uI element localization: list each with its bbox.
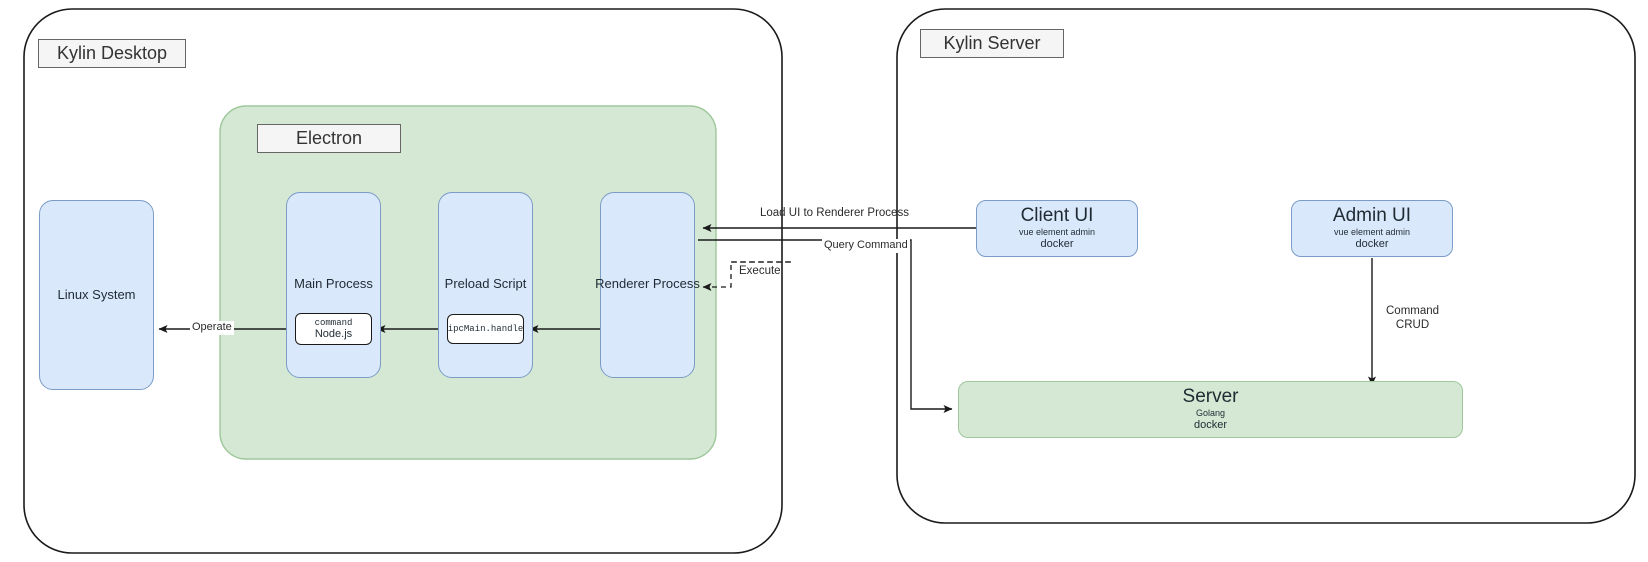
node-linux-system-label: Linux System [57,286,136,302]
node-server-title: Server [1182,386,1239,408]
node-admin-ui-sub2: docker [1355,238,1389,251]
node-main-process[interactable]: Main Process [286,192,381,378]
edge-label-command-crud-line2: CRUD [1395,319,1430,332]
group-title-electron: Electron [257,124,401,153]
node-ipcmain-handle-label: ipcMain.handle [447,324,524,334]
node-client-ui-sub1: vue element admin [1018,226,1096,237]
node-client-ui-sub2: docker [1040,238,1074,251]
node-linux-system[interactable]: Linux System [39,200,154,390]
node-admin-ui-title: Admin UI [1332,205,1412,227]
node-admin-ui-sub1: vue element admin [1333,226,1411,237]
node-server-sub2: docker [1193,419,1228,432]
edge-label-operate: Operate [190,321,234,335]
group-title-electron-label: Electron [295,128,363,148]
edge-label-query-command-text: Query Command [824,239,908,251]
node-renderer-process-label: Renderer Process [595,276,700,291]
edge-label-load-ui: Load UI to Renderer Process [758,206,911,220]
edge-label-command-crud: Command CRUD [1384,304,1441,333]
panel-kylin-server-outline [896,8,1636,524]
panel-title-kylin-server: Kylin Server [920,29,1064,58]
panel-title-kylin-desktop: Kylin Desktop [38,39,186,68]
node-preload-script[interactable]: Preload Script [438,192,533,378]
diagram-canvas: Kylin Desktop Kylin Server Electron Linu… [0,0,1648,562]
edge-label-load-ui-text: Load UI to Renderer Process [760,207,909,219]
panel-title-kylin-desktop-label: Kylin Desktop [56,43,168,63]
connector-layer [23,8,1636,554]
node-main-process-label: Main Process [294,276,373,291]
edge-label-command-crud-line1: Command [1386,305,1440,317]
node-server[interactable]: Server Golang docker [958,381,1463,438]
edge-label-query-command: Query Command [822,239,910,253]
node-server-sub1: Golang [1195,407,1226,418]
node-command-nodejs-line2: Node.js [314,327,353,340]
node-command-nodejs[interactable]: command Node.js [295,313,372,345]
node-renderer-process[interactable]: Renderer Process [595,192,700,378]
panel-title-kylin-server-label: Kylin Server [943,33,1041,53]
node-ipcmain-handle[interactable]: ipcMain.handle [447,314,524,344]
edge-label-execute: Execute [737,264,783,278]
edge-label-operate-text: Operate [192,321,232,333]
edge-label-execute-text: Execute [739,265,781,277]
node-client-ui[interactable]: Client UI vue element admin docker [976,200,1138,257]
node-command-nodejs-line1: command [314,317,353,328]
node-admin-ui[interactable]: Admin UI vue element admin docker [1291,200,1453,257]
node-preload-script-label: Preload Script [444,276,527,291]
node-client-ui-title: Client UI [1020,205,1094,227]
